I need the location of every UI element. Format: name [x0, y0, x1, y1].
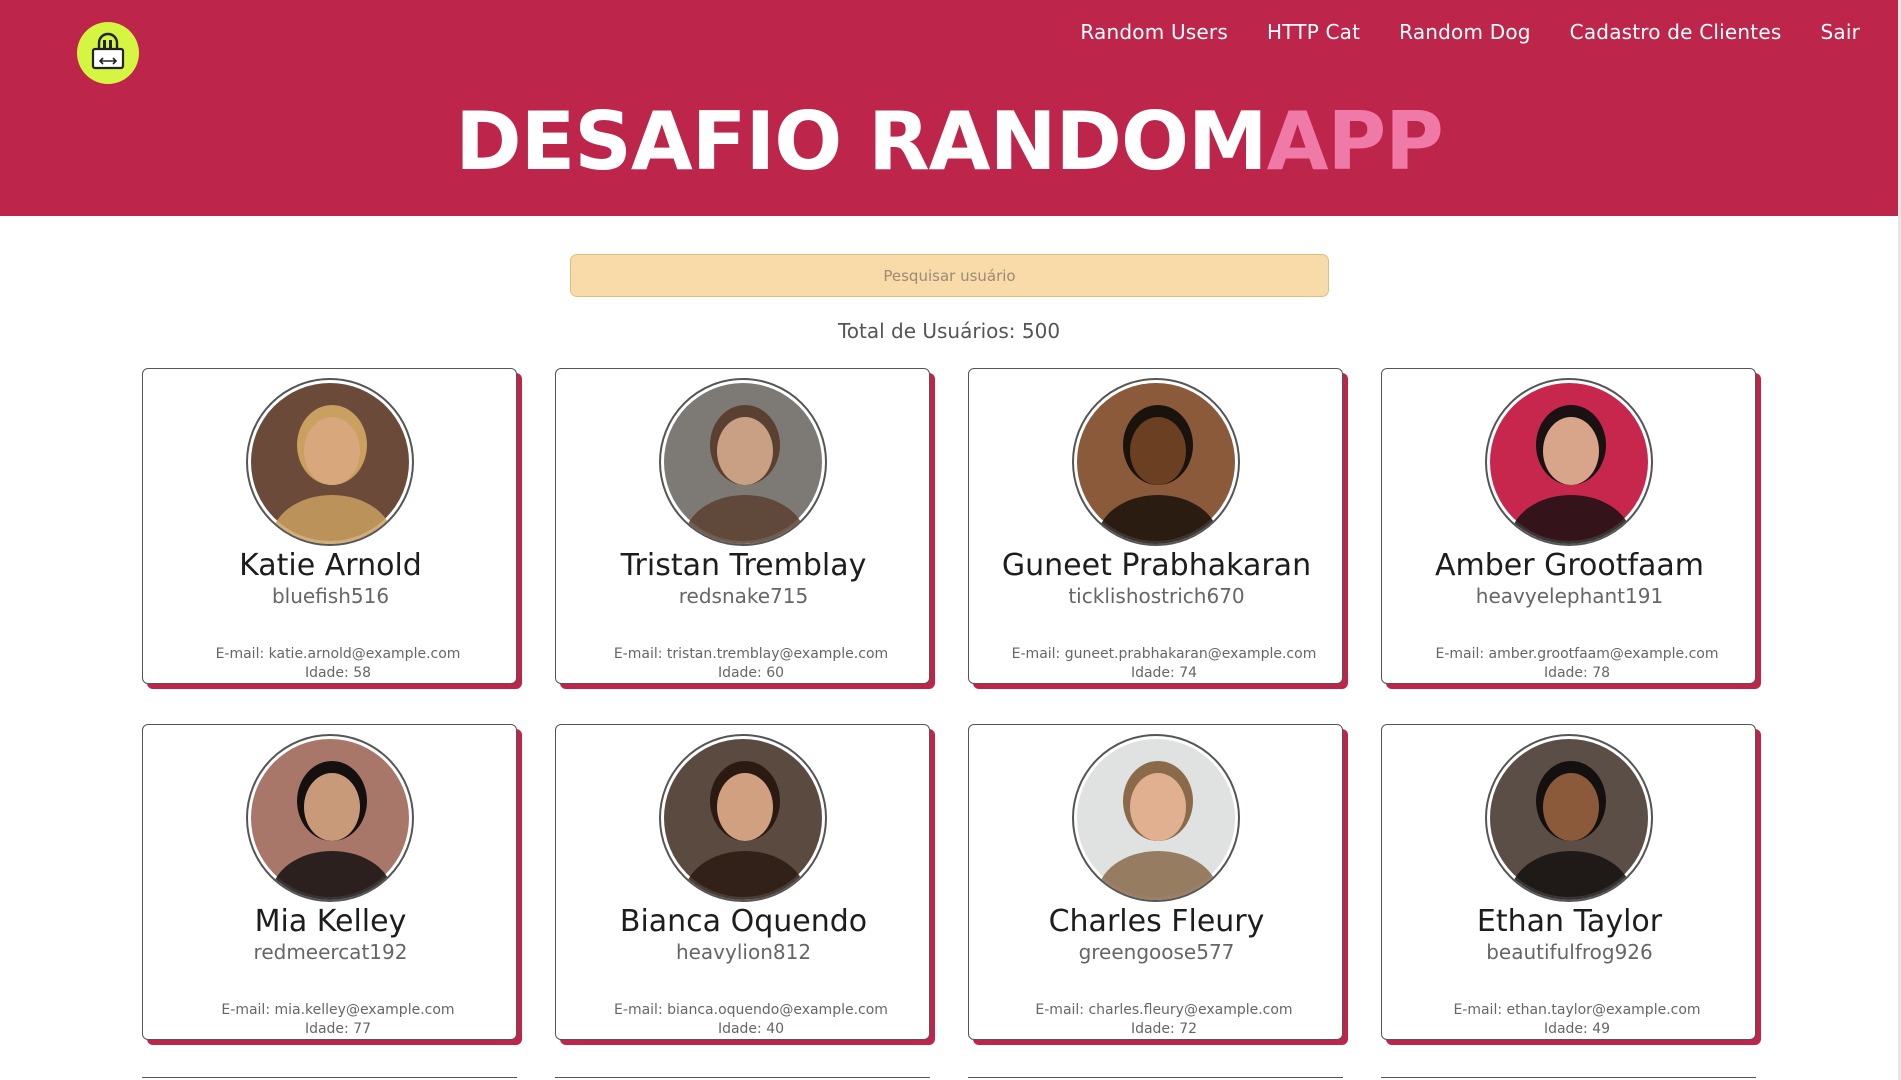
user-name: Bianca Oquendo: [619, 904, 868, 939]
avatar-shoulders: [684, 851, 806, 900]
user-username: redsnake715: [678, 584, 809, 608]
avatar-photo: [1490, 383, 1648, 544]
avatar-photo: [1077, 739, 1235, 900]
user-email: E-mail: ethan.taylor@example.com: [1453, 1002, 1701, 1018]
title-accent: APP: [1266, 95, 1444, 188]
user-card[interactable]: Bianca Oquendo heavylion812 E-mail: bianca…: [555, 724, 930, 1040]
nav-http-cat[interactable]: HTTP Cat: [1267, 20, 1360, 44]
user-avatar: [246, 734, 414, 902]
user-age: Idade: 77: [304, 1021, 372, 1037]
user-avatar: [246, 378, 414, 546]
user-card[interactable]: Ethan Taylor beautifulfrog926 E-mail: etha…: [1381, 724, 1756, 1040]
user-card-grid: Katie Arnold bluefish516 E-mail: katie.arn…: [142, 368, 1760, 1040]
user-email: E-mail: bianca.oquendo@example.com: [614, 1002, 888, 1018]
total-users-count: Total de Usuários: 500: [837, 319, 1061, 343]
top-header: Random Users HTTP Cat Random Dog Cadastr…: [0, 0, 1898, 216]
search-input[interactable]: [570, 254, 1329, 297]
user-name: Ethan Taylor: [1476, 904, 1663, 939]
user-age: Idade: 49: [1543, 1021, 1611, 1037]
avatar-photo: [664, 739, 822, 900]
user-card[interactable]: Guneet Prabhakaran ticklishostrich670 E-ma…: [968, 368, 1343, 684]
user-age: Idade: 60: [717, 665, 785, 681]
avatar-shoulders: [1510, 851, 1632, 900]
avatar-shoulders: [684, 495, 806, 544]
avatar-shoulders: [271, 851, 393, 900]
avatar-face: [1130, 773, 1186, 841]
avatar-face: [1543, 417, 1599, 485]
avatar-photo: [1490, 739, 1648, 900]
user-card[interactable]: Tristan Tremblay redsnake715 E-mail: trist…: [555, 368, 930, 684]
user-avatar: [1485, 734, 1653, 902]
avatar-face: [304, 417, 360, 485]
main-nav: Random Users HTTP Cat Random Dog Cadastr…: [1080, 20, 1860, 44]
title-main: DESAFIO RANDOM: [455, 95, 1267, 188]
avatar-shoulders: [1097, 851, 1219, 900]
nav-random-users[interactable]: Random Users: [1080, 20, 1228, 44]
user-avatar: [659, 734, 827, 902]
user-username: ticklishostrich670: [1068, 584, 1245, 608]
user-name: Mia Kelley: [254, 904, 407, 939]
user-card[interactable]: Mia Kelley redmeercat192 E-mail: mia.kelle…: [142, 724, 517, 1040]
user-avatar: [1485, 378, 1653, 546]
page-title: DESAFIO RANDOMAPP: [0, 96, 1898, 188]
avatar-face: [1543, 773, 1599, 841]
avatar-shoulders: [1097, 495, 1219, 544]
user-email: E-mail: katie.arnold@example.com: [215, 646, 461, 662]
user-username: bluefish516: [271, 584, 390, 608]
user-name: Amber Grootfaam: [1434, 548, 1705, 583]
avatar-face: [717, 417, 773, 485]
avatar-photo: [251, 739, 409, 900]
user-username: heavyelephant191: [1475, 584, 1664, 608]
nav-sair[interactable]: Sair: [1820, 20, 1860, 44]
user-card[interactable]: Amber Grootfaam heavyelephant191 E-mail: a…: [1381, 368, 1756, 684]
user-name: Tristan Tremblay: [620, 548, 867, 583]
app-logo[interactable]: [77, 22, 139, 84]
user-name: Guneet Prabhakaran: [1001, 548, 1312, 583]
lock-code-icon: [91, 32, 125, 70]
nav-cadastro-clientes[interactable]: Cadastro de Clientes: [1570, 20, 1782, 44]
user-avatar: [1072, 734, 1240, 902]
user-email: E-mail: guneet.prabhakaran@example.com: [1011, 646, 1317, 662]
avatar-photo: [664, 383, 822, 544]
user-age: Idade: 74: [1130, 665, 1198, 681]
avatar-face: [1130, 417, 1186, 485]
user-name: Charles Fleury: [1048, 904, 1265, 939]
user-username: greengoose577: [1078, 940, 1235, 964]
avatar-photo: [1077, 383, 1235, 544]
user-age: Idade: 40: [717, 1021, 785, 1037]
user-email: E-mail: tristan.tremblay@example.com: [613, 646, 889, 662]
user-avatar: [659, 378, 827, 546]
user-name: Katie Arnold: [239, 548, 422, 583]
user-card[interactable]: Katie Arnold bluefish516 E-mail: katie.arn…: [142, 368, 517, 684]
user-username: heavylion812: [675, 940, 812, 964]
avatar-face: [304, 773, 360, 841]
user-card[interactable]: Charles Fleury greengoose577 E-mail: charl…: [968, 724, 1343, 1040]
nav-random-dog[interactable]: Random Dog: [1399, 20, 1531, 44]
avatar-shoulders: [271, 495, 393, 544]
avatar-face: [717, 773, 773, 841]
user-username: redmeercat192: [253, 940, 408, 964]
user-username: beautifulfrog926: [1486, 940, 1653, 964]
user-email: E-mail: mia.kelley@example.com: [221, 1002, 455, 1018]
page: Random Users HTTP Cat Random Dog Cadastr…: [0, 0, 1901, 1080]
user-email: E-mail: charles.fleury@example.com: [1035, 1002, 1293, 1018]
user-age: Idade: 72: [1130, 1021, 1198, 1037]
user-age: Idade: 78: [1543, 665, 1611, 681]
user-email: E-mail: amber.grootfaam@example.com: [1435, 646, 1719, 662]
avatar-shoulders: [1510, 495, 1632, 544]
avatar-photo: [251, 383, 409, 544]
user-avatar: [1072, 378, 1240, 546]
user-age: Idade: 58: [304, 665, 372, 681]
